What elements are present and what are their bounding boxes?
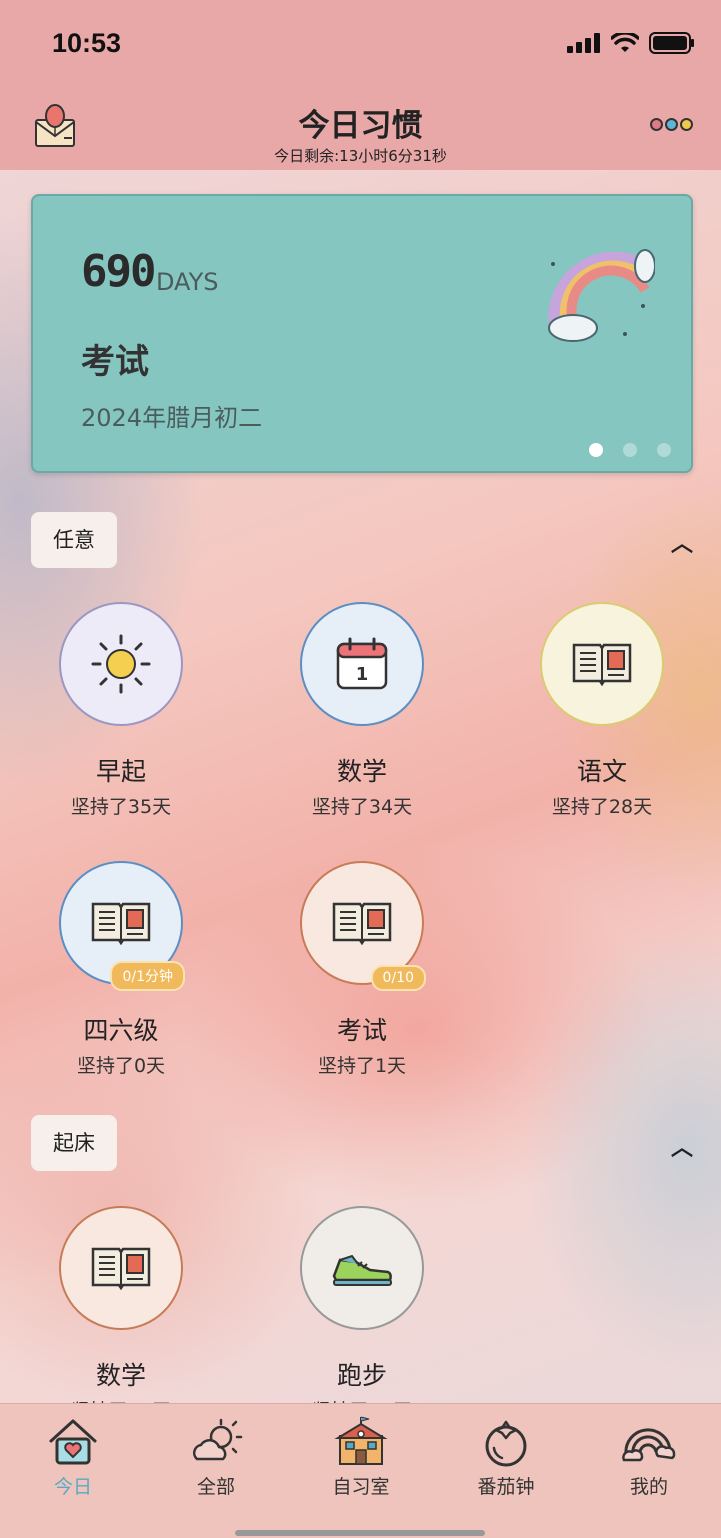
section-tag-wakeup[interactable]: 起床: [31, 1115, 117, 1171]
days-unit: DAYS: [156, 268, 219, 296]
chevron-up-icon[interactable]: ︿: [671, 1130, 693, 1162]
section-tag-anytime[interactable]: 任意: [31, 512, 117, 568]
habit-icon-circle[interactable]: [59, 602, 183, 726]
tab-today[interactable]: 今日: [23, 1414, 123, 1499]
app-header: 今日习惯 今日剩余:13小时6分31秒: [0, 90, 721, 170]
battery-icon: [649, 32, 694, 54]
habit-icon-circle[interactable]: [300, 1206, 424, 1330]
habit-icon-circle[interactable]: 1: [300, 602, 424, 726]
habit-name: 数学: [336, 757, 387, 786]
status-time: 10:53: [52, 28, 122, 58]
rainbow-icon: [548, 249, 655, 342]
status-bar: 10:53: [0, 0, 721, 90]
habit-icon-circle[interactable]: 0/1分钟: [59, 861, 185, 991]
rainbow-icon: [622, 1428, 676, 1462]
status-icons: [567, 32, 695, 54]
tab-study-room[interactable]: 自习室: [311, 1414, 411, 1499]
calendar-icon: 1: [336, 637, 388, 690]
more-icon[interactable]: [650, 118, 693, 131]
bottom-tab-bar: 今日 全部 自习室 番茄钟 我的: [0, 1403, 721, 1538]
tab-label: 自习室: [332, 1476, 390, 1498]
habit-item[interactable]: 0/10 考试 坚持了1天: [272, 861, 452, 1078]
book-icon: [332, 902, 392, 946]
remaining-time: 今日剩余:13小时6分31秒: [274, 147, 447, 165]
progress-badge: 0/10: [370, 965, 426, 991]
habit-streak: 坚持了28天: [551, 796, 653, 818]
habit-icon-circle[interactable]: [59, 1206, 183, 1330]
habit-streak: 坚持了0天: [76, 1055, 166, 1077]
home-icon: [49, 1419, 97, 1465]
carousel-dots[interactable]: [589, 443, 671, 457]
tab-label: 番茄钟: [477, 1476, 535, 1498]
book-icon: [572, 643, 632, 687]
habit-name: 数学: [95, 1361, 146, 1390]
habit-item[interactable]: 跑步 坚持了28天: [272, 1206, 452, 1423]
habit-name: 四六级: [83, 1016, 159, 1045]
tab-label: 今日: [53, 1476, 92, 1498]
habit-item[interactable]: 数学 坚持了32天: [31, 1206, 211, 1423]
sneaker-icon: [332, 1254, 392, 1286]
habit-streak: 坚持了35天: [70, 796, 172, 818]
habit-item[interactable]: 1 数学 坚持了34天: [272, 602, 452, 819]
habit-icon-circle[interactable]: [540, 602, 664, 726]
days-count: 690: [81, 246, 156, 297]
habit-name: 考试: [336, 1016, 387, 1045]
tomato-icon: [485, 1420, 527, 1467]
countdown-date: 2024年腊月初二: [81, 404, 263, 432]
signal-icon: [567, 33, 600, 53]
habit-item[interactable]: 早起 坚持了35天: [31, 602, 211, 819]
tab-label: 全部: [196, 1476, 235, 1498]
sun-icon: [91, 634, 151, 694]
page-title: 今日习惯: [298, 108, 423, 144]
progress-badge: 0/1分钟: [110, 961, 185, 991]
habit-icon-circle[interactable]: 0/10: [300, 861, 426, 991]
habit-name: 早起: [95, 757, 146, 786]
book-icon: [91, 902, 151, 946]
tab-pomodoro[interactable]: 番茄钟: [456, 1414, 556, 1499]
habit-item[interactable]: 0/1分钟 四六级 坚持了0天: [31, 861, 211, 1078]
school-icon: [334, 1416, 388, 1465]
chevron-up-icon[interactable]: ︿: [671, 526, 693, 558]
weather-icon: [192, 1418, 243, 1461]
countdown-title: 考试: [81, 342, 149, 382]
tab-label: 我的: [629, 1476, 668, 1498]
book-icon: [91, 1247, 151, 1291]
habit-streak: 坚持了1天: [317, 1055, 407, 1077]
tab-mine[interactable]: 我的: [599, 1414, 699, 1499]
habit-name: 语文: [576, 757, 627, 786]
habit-streak: 坚持了34天: [311, 796, 413, 818]
habit-item[interactable]: 语文 坚持了28天: [512, 602, 692, 819]
habit-name: 跑步: [336, 1361, 387, 1390]
countdown-card[interactable]: 690 DAYS 考试 2024年腊月初二: [31, 194, 693, 473]
svg-text:1: 1: [356, 664, 369, 685]
tab-all[interactable]: 全部: [166, 1414, 266, 1499]
home-indicator: [235, 1530, 485, 1536]
wifi-icon: [611, 33, 639, 52]
